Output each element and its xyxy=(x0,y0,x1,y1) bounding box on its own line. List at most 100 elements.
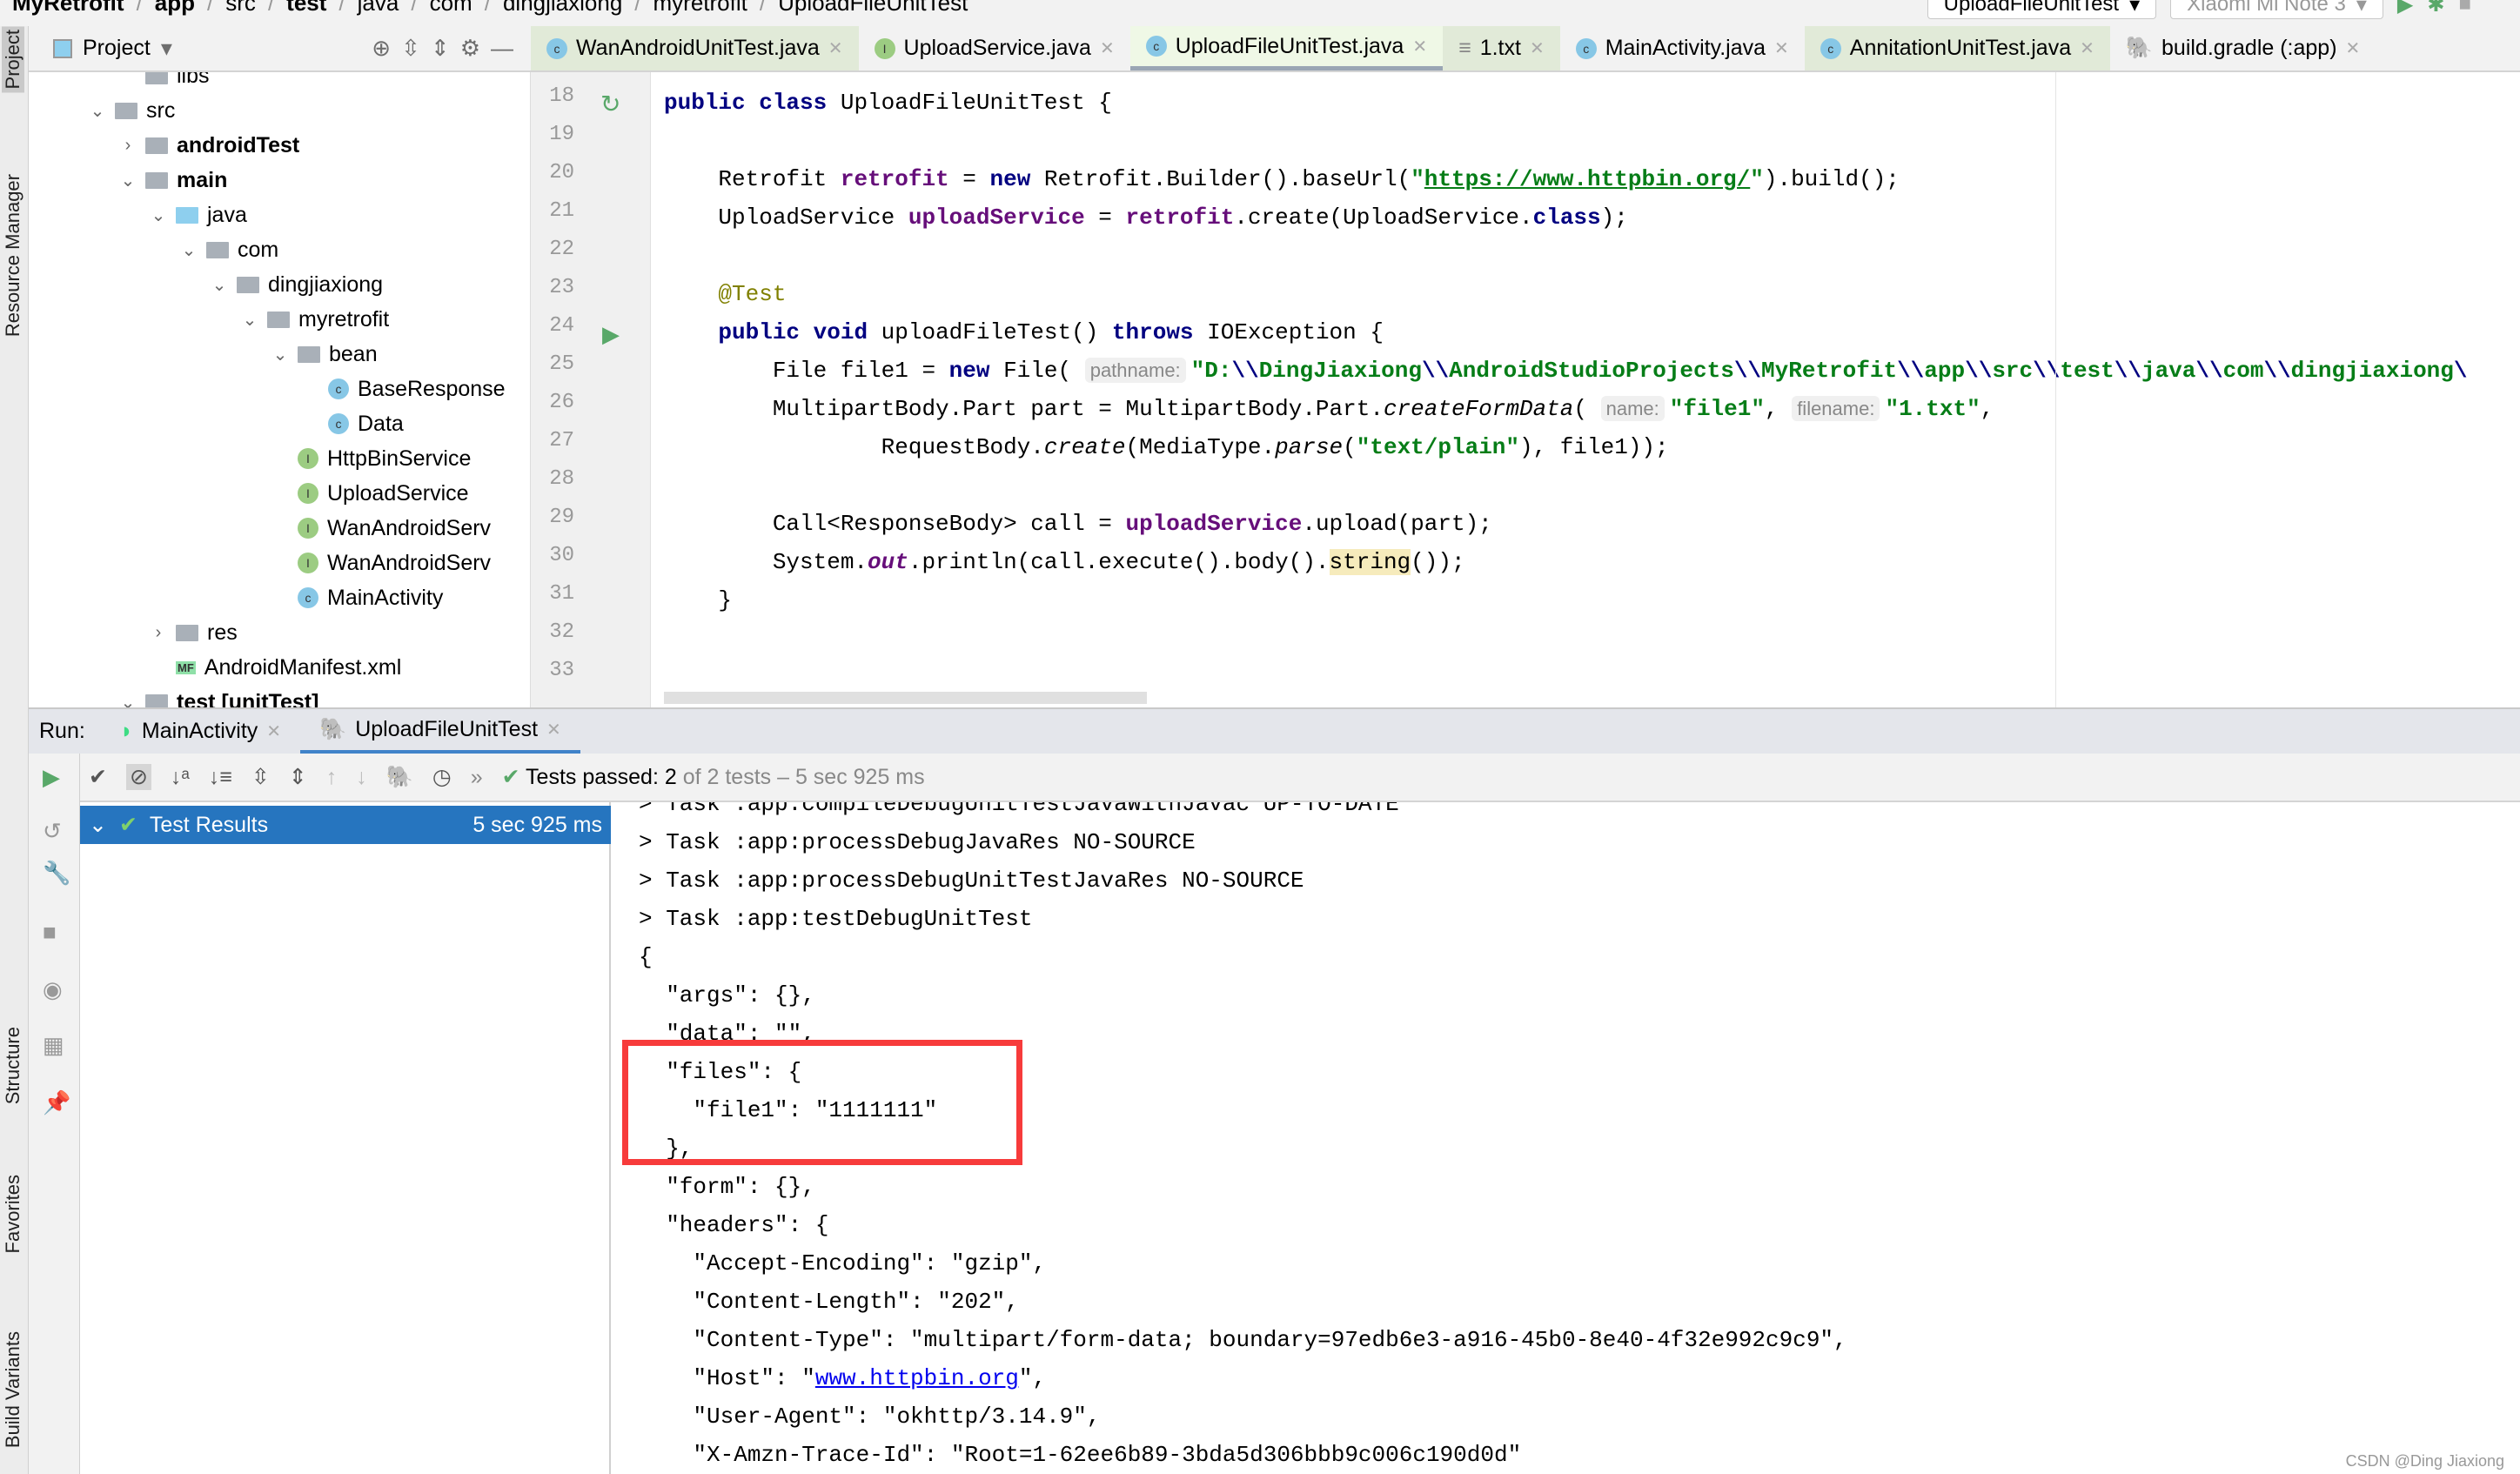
tool-favorites[interactable]: Favorites xyxy=(2,1175,24,1253)
tree-item[interactable]: c Data xyxy=(302,406,404,441)
tree-item[interactable]: ⌄ src xyxy=(89,93,176,128)
breadcrumb-item[interactable]: UploadFileUnitTest xyxy=(778,0,968,17)
tab-build-gradle-app-[interactable]: 🐘 build.gradle (:app) ✕ xyxy=(2110,26,2376,70)
code-editor[interactable]: public class UploadFileUnitTest { Retrof… xyxy=(664,72,2520,707)
tab-1-txt[interactable]: ≡ 1.txt ✕ xyxy=(1443,26,1560,70)
more-icon[interactable]: » xyxy=(471,765,483,790)
tree-item[interactable]: › androidTest xyxy=(119,128,300,163)
wrench-icon[interactable]: 🔧 xyxy=(43,860,70,887)
chevron-down-icon[interactable]: ⌄ xyxy=(89,812,107,838)
tool-resource-manager[interactable]: Resource Manager xyxy=(2,174,24,337)
breadcrumb-item[interactable]: src xyxy=(225,0,256,17)
stop-icon[interactable]: ■ xyxy=(43,919,57,946)
tree-item[interactable]: c BaseResponse xyxy=(302,372,506,406)
close-icon[interactable]: ✕ xyxy=(266,720,281,742)
run-tab-mainactivity[interactable]: ◗ MainActivity ✕ xyxy=(101,708,300,754)
tool-structure[interactable]: Structure xyxy=(2,1027,24,1104)
history-icon[interactable]: ◷ xyxy=(432,764,452,790)
run-icon[interactable]: ▶ xyxy=(2397,0,2413,17)
chevron-down-icon[interactable]: ⌄ xyxy=(180,239,198,261)
tree-item[interactable]: I UploadService xyxy=(271,476,469,511)
close-icon[interactable]: ✕ xyxy=(1100,37,1115,59)
close-icon[interactable]: ✕ xyxy=(1774,37,1789,59)
editor-horizontal-scrollbar[interactable] xyxy=(664,692,1147,704)
chevron-right-icon[interactable]: › xyxy=(150,623,167,643)
tab-uploadservice-java[interactable]: I UploadService.java ✕ xyxy=(859,26,1130,70)
breadcrumb-item[interactable]: MyRetrofit xyxy=(12,0,124,17)
rerun-icon[interactable]: ▶ xyxy=(43,764,60,791)
tree-item[interactable]: ⌄ dingjiaxiong xyxy=(211,267,383,302)
pin-icon[interactable]: 📌 xyxy=(43,1089,70,1116)
breadcrumb-item[interactable]: java xyxy=(358,0,399,17)
tree-item[interactable]: ⌄ bean xyxy=(271,337,378,372)
rerun-failed-icon[interactable]: ↺ xyxy=(43,818,62,845)
tree-item[interactable]: MF AndroidManifest.xml xyxy=(150,650,401,685)
expand-all-icon[interactable]: ⇳ xyxy=(401,35,420,62)
tree-item[interactable]: ⌄ main xyxy=(119,163,228,198)
tab-annitationunittest-java[interactable]: c AnnitationUnitTest.java ✕ xyxy=(1804,26,2110,70)
layout-icon[interactable]: ▦ xyxy=(43,1032,64,1059)
run-test-icon[interactable]: ▶ xyxy=(602,321,620,348)
run-class-icon[interactable]: ↻ xyxy=(600,90,620,118)
locate-icon[interactable]: ⊕ xyxy=(372,35,391,62)
chevron-right-icon[interactable]: › xyxy=(119,136,137,156)
tree-item[interactable]: ⌄ com xyxy=(180,232,279,267)
tree-item[interactable]: I WanAndroidServ xyxy=(271,546,491,580)
tree-item[interactable]: ⌄ test [unitTest] xyxy=(119,685,318,707)
eye-icon[interactable]: ◉ xyxy=(43,976,63,1003)
chevron-down-icon[interactable]: ⌄ xyxy=(211,274,228,296)
chevron-down-icon[interactable]: ⌄ xyxy=(241,309,258,331)
tool-project[interactable]: Project xyxy=(2,26,24,93)
close-icon[interactable]: ✕ xyxy=(1530,37,1545,59)
chevron-down-icon[interactable]: ⌄ xyxy=(119,692,137,708)
breadcrumb-item[interactable]: app xyxy=(155,0,195,17)
tool-build-variants[interactable]: Build Variants xyxy=(2,1331,24,1448)
tab-uploadfileunittest-java[interactable]: c UploadFileUnitTest.java ✕ xyxy=(1129,26,1444,70)
chevron-down-icon[interactable]: ⌄ xyxy=(271,344,289,365)
import-tests-icon[interactable]: 🐘 xyxy=(386,765,413,790)
previous-icon[interactable]: ↑ xyxy=(326,765,338,790)
close-icon[interactable]: ✕ xyxy=(2080,37,2094,59)
chevron-down-icon[interactable]: ⌄ xyxy=(150,204,167,226)
show-ignored-icon[interactable]: ⊘ xyxy=(125,764,151,790)
breadcrumb-item[interactable]: dingjiaxiong xyxy=(503,0,622,17)
chevron-down-icon[interactable]: ▾ xyxy=(161,35,172,62)
tab-wanandroidunittest-java[interactable]: c WanAndroidUnitTest.java ✕ xyxy=(531,26,859,70)
project-view-selector[interactable]: Project xyxy=(83,36,151,61)
tree-item[interactable]: I HttpBinService xyxy=(271,441,471,476)
close-icon[interactable]: ✕ xyxy=(1412,36,1427,57)
host-link[interactable]: www.httpbin.org xyxy=(815,1365,1019,1391)
stop-icon[interactable]: ■ xyxy=(2459,0,2472,17)
next-icon[interactable]: ↓ xyxy=(356,765,367,790)
collapse-all-icon[interactable]: ⇕ xyxy=(431,35,450,62)
minimize-icon[interactable]: — xyxy=(491,35,513,62)
breadcrumb-item[interactable]: myretrofit xyxy=(653,0,747,17)
collapse-all-icon[interactable]: ⇕ xyxy=(289,764,307,790)
chevron-down-icon[interactable]: ⌄ xyxy=(89,100,106,122)
tree-item[interactable]: ⌄ java xyxy=(150,198,247,232)
tree-item[interactable]: c MainActivity xyxy=(271,580,443,615)
debug-icon[interactable]: ✱ xyxy=(2427,0,2444,17)
chevron-down-icon[interactable]: ⌄ xyxy=(119,170,137,191)
breadcrumb-item[interactable]: test xyxy=(286,0,326,17)
close-icon[interactable]: ✕ xyxy=(546,719,561,740)
run-config-dropdown[interactable]: UploadFileUnitTest ▾ xyxy=(1927,0,2157,19)
expand-all-icon[interactable]: ⇳ xyxy=(251,764,270,790)
breadcrumb-item[interactable]: com xyxy=(430,0,473,17)
run-tab-uploadfileunittest[interactable]: 🐘 UploadFileUnitTest ✕ xyxy=(300,708,580,754)
close-icon[interactable]: ✕ xyxy=(828,37,843,59)
show-passed-icon[interactable]: ✔ xyxy=(89,764,107,790)
close-icon[interactable]: ✕ xyxy=(2346,37,2361,59)
sort-alpha-icon[interactable]: ↓ᵃ xyxy=(171,765,190,790)
tree-item[interactable]: libs xyxy=(119,72,210,93)
gear-icon[interactable]: ⚙ xyxy=(460,35,480,62)
device-dropdown[interactable]: Xiaomi Mi Note 3 ▾ xyxy=(2170,0,2383,19)
tree-item[interactable]: ⌄ myretrofit xyxy=(241,302,390,337)
tab-mainactivity-java[interactable]: c MainActivity.java ✕ xyxy=(1560,26,1805,70)
test-results-row[interactable]: ⌄ ✔ Test Results 5 sec 925 ms xyxy=(80,806,611,844)
tree-item[interactable]: › res xyxy=(150,615,238,650)
package-icon xyxy=(267,311,290,328)
tree-item[interactable]: I WanAndroidServ xyxy=(271,511,491,546)
console-text: "headers": { xyxy=(639,1212,829,1238)
sort-duration-icon[interactable]: ↓≡ xyxy=(209,765,232,790)
